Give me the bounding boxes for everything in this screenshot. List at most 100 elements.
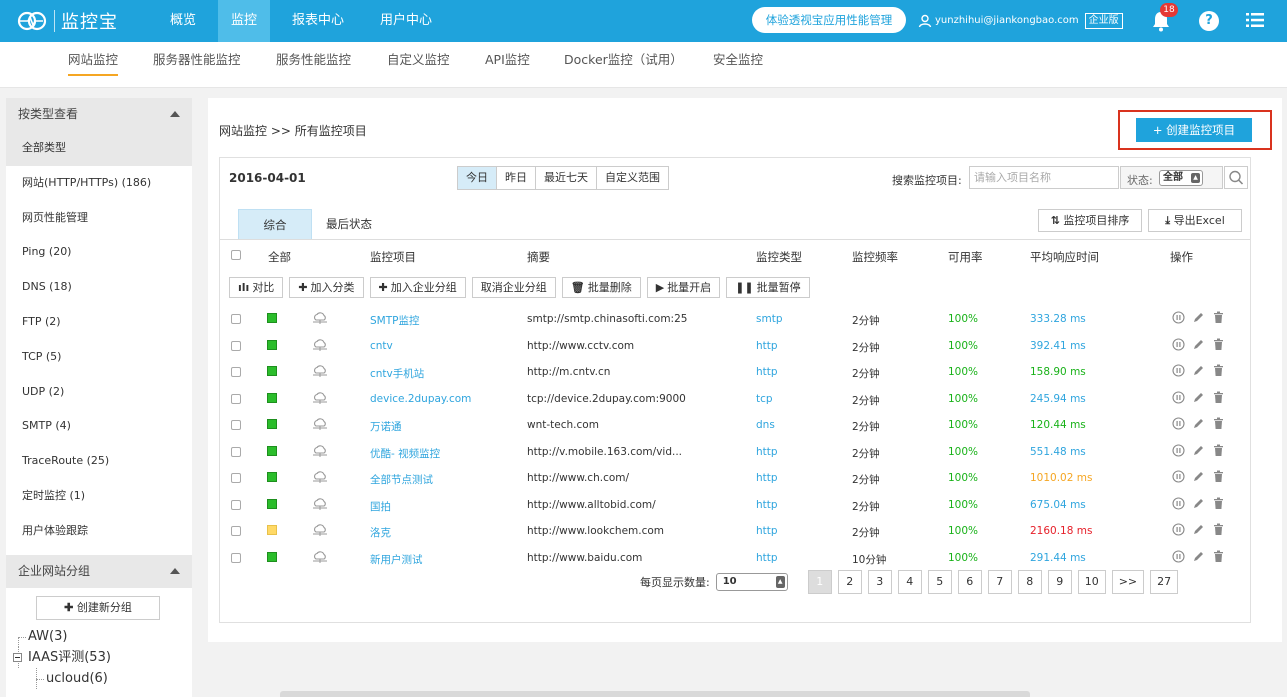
page-button[interactable]: 3: [867, 570, 892, 594]
page-button[interactable]: 4: [897, 570, 922, 594]
tab-last-status[interactable]: 最后状态: [312, 209, 386, 239]
edit-icon[interactable]: [1192, 364, 1205, 377]
monitor-type[interactable]: http: [756, 366, 778, 378]
edit-icon[interactable]: [1192, 550, 1205, 563]
trash-icon[interactable]: [1212, 444, 1225, 457]
tree-item[interactable]: AW(3): [6, 626, 192, 647]
pause-icon[interactable]: [1172, 443, 1185, 457]
monitor-type[interactable]: dns: [756, 419, 775, 431]
export-excel-button[interactable]: ⤓ 导出Excel: [1148, 209, 1242, 232]
nav-monitor[interactable]: 监控: [218, 0, 270, 42]
collapse-arrow-icon[interactable]: [170, 567, 180, 574]
page-button[interactable]: 9: [1047, 570, 1072, 594]
sidebar-type-item[interactable]: TraceRoute (25): [6, 444, 192, 479]
col-availability[interactable]: 可用率: [948, 249, 983, 265]
edit-icon[interactable]: [1192, 391, 1205, 404]
trash-icon[interactable]: [1212, 338, 1225, 351]
monitor-type[interactable]: tcp: [756, 393, 773, 405]
sidebar-type-item[interactable]: 网页性能管理: [6, 201, 192, 236]
pause-icon[interactable]: [1172, 364, 1185, 377]
monitor-type[interactable]: http: [756, 499, 778, 511]
row-checkbox[interactable]: [231, 314, 241, 324]
table-row[interactable]: cntv http://www.cctv.com http 2分钟 100% 392.41…: [220, 333, 1250, 360]
subnav-custom-monitor[interactable]: 自定义监控: [387, 42, 450, 88]
monitor-name-link[interactable]: 洛克: [370, 525, 391, 540]
trash-icon[interactable]: [1212, 497, 1225, 510]
monitor-type[interactable]: http: [756, 552, 778, 564]
monitor-name-link[interactable]: 优酷- 视频监控: [370, 446, 440, 461]
sidebar-type-item[interactable]: 网站(HTTP/HTTPs) (186): [6, 166, 192, 201]
pause-icon[interactable]: [1172, 390, 1185, 404]
edit-icon[interactable]: [1192, 470, 1205, 483]
sidebar-type-item[interactable]: DNS (18): [6, 270, 192, 305]
table-row[interactable]: 洛克 http://www.lookchem.com http 2分钟 100% 2160…: [220, 518, 1250, 545]
nav-overview[interactable]: 概览: [160, 0, 206, 42]
monitor-type[interactable]: http: [756, 525, 778, 537]
table-row[interactable]: 国拍 http://www.alltobid.com/http 2分钟 100% 675…: [220, 492, 1250, 519]
trash-icon[interactable]: [1212, 470, 1225, 483]
trash-icon[interactable]: [1212, 523, 1225, 536]
monitor-name-link[interactable]: device.2dupay.com: [370, 393, 471, 405]
sidebar-type-item[interactable]: 定时监控 (1): [6, 479, 192, 514]
notifications[interactable]: 18: [1150, 3, 1178, 33]
pause-icon[interactable]: [1172, 311, 1185, 324]
col-avg-response[interactable]: 平均响应时间: [1030, 249, 1099, 265]
monitor-name-link[interactable]: 万诺通: [370, 419, 402, 434]
page-button[interactable]: >>: [1111, 570, 1145, 594]
table-row[interactable]: 全部节点测试 http://www.ch.com/http 2分钟 100% 1010.…: [220, 465, 1250, 492]
table-row[interactable]: 新用户测试 http://www.baidu.com http 10分钟 100% 291…: [220, 545, 1250, 572]
sidebar-type-item[interactable]: 全部类型: [6, 131, 192, 166]
pause-icon[interactable]: [1172, 549, 1185, 563]
subnav-docker-monitor[interactable]: Docker监控（试用）: [564, 42, 683, 88]
sidebar-type-item[interactable]: UDP (2): [6, 375, 192, 410]
logo[interactable]: 监控宝: [14, 6, 118, 36]
collapse-arrow-icon[interactable]: [170, 111, 180, 117]
subnav-server-monitor[interactable]: 服务器性能监控: [153, 42, 241, 88]
sort-monitors-button[interactable]: ⇅ 监控项目排序: [1038, 209, 1142, 232]
row-checkbox[interactable]: [231, 420, 241, 430]
range-custom[interactable]: 自定义范围: [597, 167, 668, 189]
select-all-checkbox[interactable]: [231, 250, 241, 260]
user-account[interactable]: yunzhihui@jiankongbao.com 企业版: [918, 0, 1123, 42]
add-category-button[interactable]: ✚ 加入分类: [289, 277, 364, 298]
collapse-toggle-icon[interactable]: [13, 652, 22, 662]
monitor-name-link[interactable]: 全部节点测试: [370, 472, 433, 487]
subnav-security-monitor[interactable]: 安全监控: [713, 42, 763, 88]
nav-report-center[interactable]: 报表中心: [282, 0, 354, 42]
row-checkbox[interactable]: [231, 367, 241, 377]
group-header[interactable]: 企业网站分组: [6, 554, 192, 588]
row-checkbox[interactable]: [231, 340, 241, 351]
sidebar-type-item[interactable]: SMTP (4): [6, 409, 192, 444]
table-row[interactable]: SMTP监控 smtp://smtp.chinasofti.com:25 smtp 2…: [220, 306, 1250, 333]
pause-icon[interactable]: [1172, 523, 1185, 536]
subnav-website-monitor[interactable]: 网站监控: [68, 42, 119, 88]
edit-icon[interactable]: [1192, 311, 1205, 324]
monitor-type[interactable]: http: [756, 340, 778, 352]
page-button[interactable]: 6: [957, 570, 982, 594]
type-filter-header[interactable]: 按类型查看: [6, 98, 192, 131]
col-frequency[interactable]: 监控频率: [852, 249, 898, 265]
row-checkbox[interactable]: [231, 446, 241, 457]
pause-icon[interactable]: [1172, 470, 1185, 483]
per-page-select[interactable]: 10 ▲: [715, 573, 788, 591]
trash-icon[interactable]: [1212, 417, 1225, 430]
remove-enterprise-group-button[interactable]: 取消企业分组: [471, 277, 556, 298]
page-button[interactable]: 27: [1150, 570, 1179, 594]
page-button[interactable]: 2: [837, 570, 862, 594]
col-monitor-type[interactable]: 监控类型: [756, 249, 802, 265]
monitor-type[interactable]: http: [756, 472, 778, 484]
row-checkbox[interactable]: [231, 393, 241, 404]
help-icon[interactable]: ?: [1199, 11, 1219, 31]
search-input[interactable]: [969, 166, 1119, 189]
add-enterprise-group-button[interactable]: ✚ 加入企业分组: [369, 277, 466, 298]
range-last-7-days[interactable]: 最近七天: [536, 167, 597, 189]
range-today[interactable]: 今日: [458, 167, 497, 189]
monitor-name-link[interactable]: cntv手机站: [370, 366, 424, 381]
edit-icon[interactable]: [1192, 444, 1205, 457]
trash-icon[interactable]: [1212, 550, 1225, 563]
sidebar-type-item[interactable]: Ping (20): [6, 235, 192, 270]
tree-item[interactable]: IAAS评测(53): [6, 646, 192, 668]
page-button[interactable]: 5: [927, 570, 952, 594]
trash-icon[interactable]: [1212, 364, 1225, 377]
edit-icon[interactable]: [1192, 417, 1205, 430]
